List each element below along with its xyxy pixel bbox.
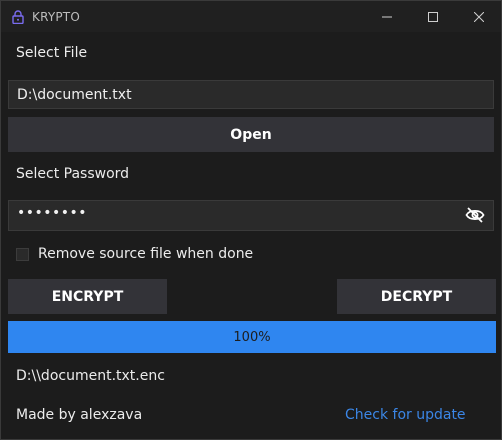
- password-input[interactable]: ••••••••: [8, 200, 494, 231]
- output-path: D:\\document.txt.enc: [16, 368, 165, 384]
- lock-icon: [12, 9, 24, 25]
- file-path-value: D:\document.txt: [17, 87, 132, 103]
- select-file-label: Select File: [16, 45, 88, 61]
- check-update-link[interactable]: Check for update: [345, 407, 466, 423]
- decrypt-button[interactable]: DECRYPT: [337, 279, 496, 314]
- maximize-button[interactable]: [411, 1, 455, 32]
- minimize-icon: [382, 16, 392, 17]
- close-button[interactable]: [457, 1, 501, 32]
- eye-off-icon[interactable]: [465, 207, 485, 223]
- maximize-icon: [428, 11, 438, 22]
- select-password-label: Select Password: [16, 166, 130, 182]
- minimize-button[interactable]: [365, 1, 409, 32]
- remove-source-label: Remove source file when done: [38, 246, 254, 262]
- title-bar[interactable]: KRYPTO: [1, 1, 501, 32]
- password-value: ••••••••: [17, 205, 88, 221]
- progress-text: 100%: [233, 329, 271, 345]
- app-window: KRYPTO Select File D:\document.txt Open …: [0, 0, 502, 440]
- progress-bar: 100%: [8, 321, 496, 353]
- close-icon: [474, 11, 484, 22]
- window-title: KRYPTO: [32, 10, 80, 24]
- file-path-input[interactable]: D:\document.txt: [8, 80, 494, 109]
- encrypt-button[interactable]: ENCRYPT: [8, 279, 167, 314]
- remove-source-checkbox[interactable]: [16, 248, 29, 261]
- credit-text: Made by alexzava: [16, 407, 143, 423]
- open-button[interactable]: Open: [8, 117, 494, 152]
